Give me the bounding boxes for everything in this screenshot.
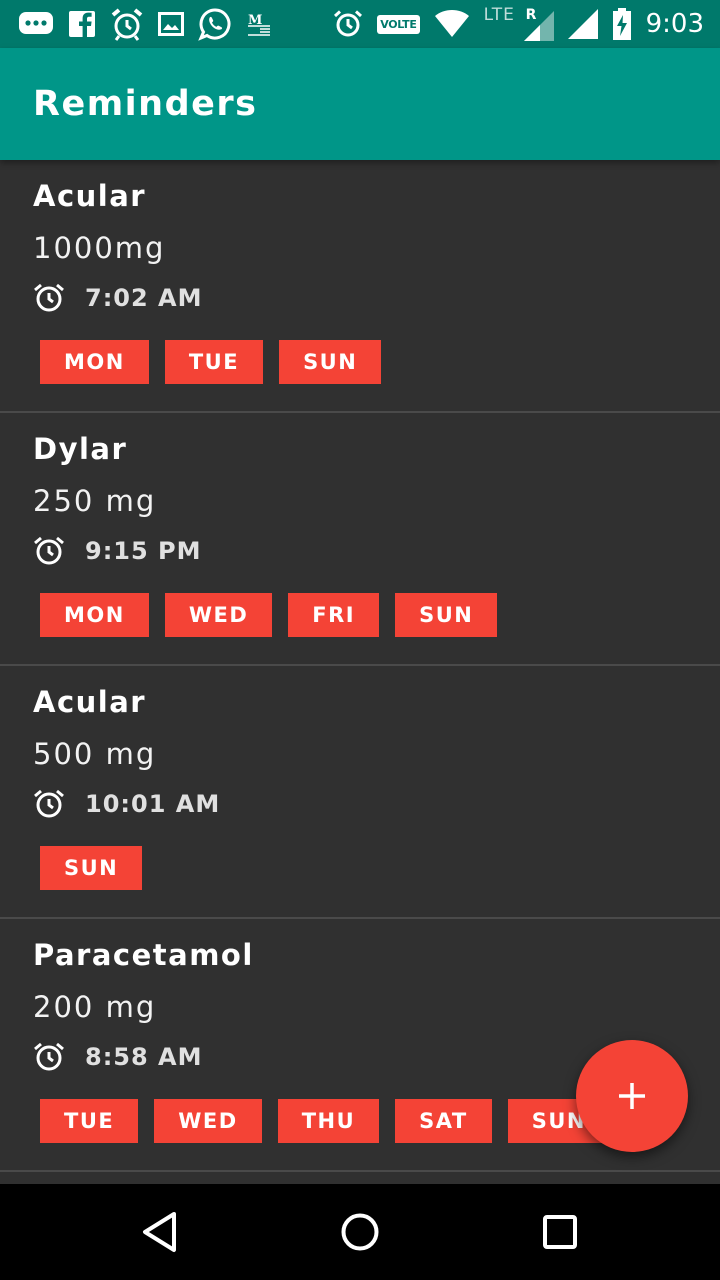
- medicine-name: Dylar: [33, 432, 128, 466]
- navigation-bar: [0, 1184, 720, 1280]
- facebook-icon: [68, 7, 96, 41]
- lte-signal-icon: LTE R: [483, 5, 554, 41]
- reminder-card[interactable]: Dylar 250 mg 9:15 PM MON WED FRI SUN: [0, 413, 720, 666]
- reminder-card-partial[interactable]: [0, 1172, 720, 1184]
- lte-label: LTE: [483, 5, 515, 25]
- day-chip: SUN: [40, 846, 143, 890]
- time-row: 10:01 AM: [33, 784, 720, 824]
- medicine-dose: 1000mg: [33, 231, 166, 265]
- day-chip: SUN: [279, 340, 382, 384]
- medicine-name: Acular: [33, 685, 147, 719]
- alarm-icon: [33, 1041, 65, 1073]
- gmail-icon: M: [246, 7, 272, 41]
- page-title: Reminders: [33, 84, 258, 124]
- time-row: 7:02 AM: [33, 278, 720, 318]
- status-time: 9:03: [645, 9, 704, 39]
- reminder-card[interactable]: Acular 500 mg 10:01 AM SUN: [0, 666, 720, 919]
- status-bar-right: VOLTE LTE R 9:03: [333, 0, 704, 48]
- day-chip: SUN: [395, 593, 498, 637]
- screen: M VOLTE LTE R 9:03 Reminders Acular 1000…: [0, 0, 720, 1280]
- day-chip: MON: [40, 340, 149, 384]
- reminder-list: Acular 1000mg 7:02 AM MON TUE SUN Dylar …: [0, 160, 720, 1184]
- day-chips: MON TUE SUN: [40, 340, 720, 384]
- day-chips: SUN: [40, 846, 720, 890]
- day-chip: MON: [40, 593, 149, 637]
- back-icon: [140, 1211, 180, 1253]
- alarm-icon: [33, 535, 65, 567]
- app-bar: Reminders: [0, 48, 720, 160]
- whatsapp-icon: [198, 7, 232, 41]
- day-chip: THU: [277, 1099, 380, 1143]
- image-icon: [158, 7, 184, 41]
- day-chips: MON WED FRI SUN: [40, 593, 720, 637]
- day-chip: WED: [164, 593, 273, 637]
- status-bar-left: M: [18, 0, 272, 48]
- medicine-dose: 200 mg: [33, 990, 157, 1024]
- add-reminder-button[interactable]: [576, 1040, 688, 1152]
- day-chip: TUE: [40, 1099, 139, 1143]
- day-chip: WED: [154, 1099, 262, 1143]
- medicine-name: Paracetamol: [33, 938, 254, 972]
- reminder-card[interactable]: Acular 1000mg 7:02 AM MON TUE SUN: [0, 160, 720, 413]
- medicine-dose: 250 mg: [33, 484, 157, 518]
- battery-charging-icon: [612, 7, 632, 41]
- time-row: 9:15 PM: [33, 531, 720, 571]
- alarm-clock-icon: [110, 7, 144, 41]
- signal-icon: [567, 7, 598, 41]
- reminder-time: 9:15 PM: [85, 537, 202, 565]
- alarm-icon: [333, 7, 363, 41]
- medicine-dose: 500 mg: [33, 737, 157, 771]
- recents-button[interactable]: [520, 1192, 600, 1272]
- reminder-time: 7:02 AM: [85, 284, 203, 312]
- back-button[interactable]: [120, 1192, 200, 1272]
- volte-icon: VOLTE: [377, 7, 420, 41]
- day-chip: FRI: [288, 593, 380, 637]
- reminder-time: 8:58 AM: [85, 1043, 203, 1071]
- chat-icon: [18, 7, 54, 41]
- wifi-icon: [434, 7, 470, 41]
- plus-icon: [616, 1080, 648, 1112]
- day-chip: SAT: [395, 1099, 492, 1143]
- volte-label: VOLTE: [377, 14, 420, 34]
- medicine-name: Acular: [33, 179, 147, 213]
- alarm-icon: [33, 788, 65, 820]
- day-chip: TUE: [164, 340, 264, 384]
- alarm-icon: [33, 282, 65, 314]
- home-icon: [340, 1212, 380, 1252]
- home-button[interactable]: [320, 1192, 400, 1272]
- reminder-time: 10:01 AM: [85, 790, 221, 818]
- status-bar: M VOLTE LTE R 9:03: [0, 0, 720, 48]
- recents-icon: [542, 1214, 578, 1250]
